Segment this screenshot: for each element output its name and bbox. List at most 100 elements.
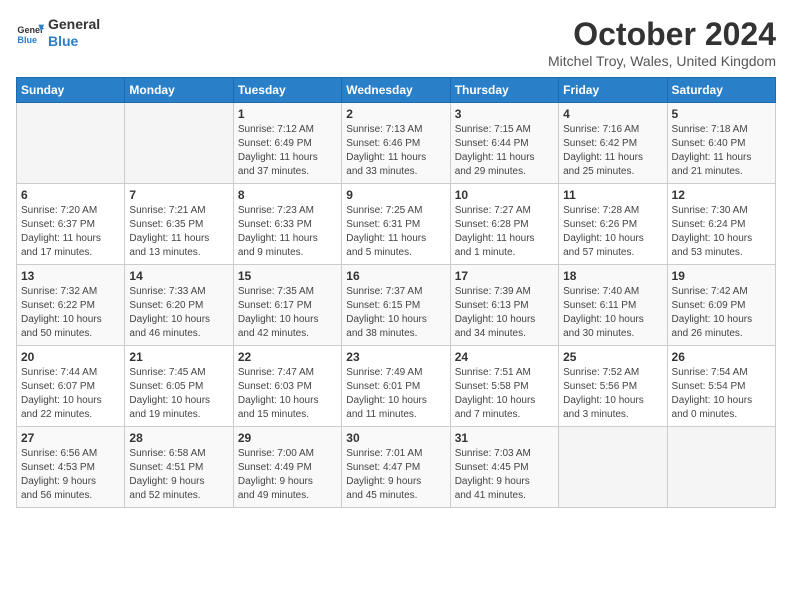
calendar-table: Sunday Monday Tuesday Wednesday Thursday… [16, 77, 776, 508]
calendar-cell: 13 Sunrise: 7:32 AMSunset: 6:22 PMDayligh… [17, 265, 125, 346]
day-info: Sunrise: 7:39 AMSunset: 6:13 PMDaylight:… [455, 285, 554, 341]
day-info: Sunrise: 7:00 AMSunset: 4:49 PMDaylight:… [238, 447, 337, 503]
day-number: 8 [238, 188, 337, 202]
day-info: Sunrise: 7:28 AMSunset: 6:26 PMDaylight:… [563, 204, 662, 260]
calendar-week-5: 27Sunrise: 6:56 AMSunset: 4:53 PMDayligh… [17, 427, 776, 508]
day-number: 18 [563, 269, 662, 283]
col-tuesday: Tuesday [233, 78, 341, 103]
day-info: Sunrise: 7:45 AMSunset: 6:05 PMDaylight:… [129, 366, 228, 422]
col-monday: Monday [125, 78, 233, 103]
calendar-cell [17, 103, 125, 184]
day-info: Sunrise: 7:18 AMSunset: 6:40 PMDaylight:… [672, 123, 771, 179]
calendar-cell: 7Sunrise: 7:21 AMSunset: 6:35 PMDaylight… [125, 184, 233, 265]
calendar-cell: 22 Sunrise: 7:47 AMSunset: 6:03 PMDayligh… [233, 346, 341, 427]
day-number: 15 [238, 269, 337, 283]
calendar-cell [559, 427, 667, 508]
calendar-cell: 16 Sunrise: 7:37 AMSunset: 6:15 PMDayligh… [342, 265, 450, 346]
calendar-cell: 1 Sunrise: 7:12 AMSunset: 6:49 PMDaylight… [233, 103, 341, 184]
calendar-cell: 20Sunrise: 7:44 AMSunset: 6:07 PMDayligh… [17, 346, 125, 427]
day-number: 24 [455, 350, 554, 364]
logo-name-line1: General [48, 16, 100, 33]
day-number: 3 [455, 107, 554, 121]
day-number: 21 [129, 350, 228, 364]
calendar-cell: 30 Sunrise: 7:01 AMSunset: 4:47 PMDayligh… [342, 427, 450, 508]
calendar-cell: 5Sunrise: 7:18 AMSunset: 6:40 PMDaylight… [667, 103, 775, 184]
day-info: Sunrise: 7:13 AMSunset: 6:46 PMDaylight:… [346, 123, 445, 179]
col-friday: Friday [559, 78, 667, 103]
calendar-cell: 6Sunrise: 7:20 AMSunset: 6:37 PMDaylight… [17, 184, 125, 265]
calendar-cell: 31Sunrise: 7:03 AMSunset: 4:45 PMDayligh… [450, 427, 558, 508]
day-number: 22 [238, 350, 337, 364]
calendar-cell: 27Sunrise: 6:56 AMSunset: 4:53 PMDayligh… [17, 427, 125, 508]
day-info: Sunrise: 7:44 AMSunset: 6:07 PMDaylight:… [21, 366, 120, 422]
day-info: Sunrise: 7:21 AMSunset: 6:35 PMDaylight:… [129, 204, 228, 260]
calendar-week-3: 13 Sunrise: 7:32 AMSunset: 6:22 PMDayligh… [17, 265, 776, 346]
col-sunday: Sunday [17, 78, 125, 103]
day-info: Sunrise: 7:51 AMSunset: 5:58 PMDaylight:… [455, 366, 554, 422]
day-info: Sunrise: 7:47 AMSunset: 6:03 PMDaylight:… [238, 366, 337, 422]
calendar-cell: 2Sunrise: 7:13 AMSunset: 6:46 PMDaylight… [342, 103, 450, 184]
day-info: Sunrise: 7:27 AMSunset: 6:28 PMDaylight:… [455, 204, 554, 260]
day-info: Sunrise: 7:33 AMSunset: 6:20 PMDaylight:… [129, 285, 228, 341]
calendar-body: 1 Sunrise: 7:12 AMSunset: 6:49 PMDaylight… [17, 103, 776, 508]
calendar-cell: 15 Sunrise: 7:35 AMSunset: 6:17 PMDayligh… [233, 265, 341, 346]
calendar-cell: 4Sunrise: 7:16 AMSunset: 6:42 PMDaylight… [559, 103, 667, 184]
day-info: Sunrise: 7:37 AMSunset: 6:15 PMDaylight:… [346, 285, 445, 341]
day-number: 28 [129, 431, 228, 445]
calendar-cell: 17 Sunrise: 7:39 AMSunset: 6:13 PMDayligh… [450, 265, 558, 346]
logo-name-line2: Blue [48, 33, 100, 50]
day-number: 30 [346, 431, 445, 445]
day-info: Sunrise: 7:40 AMSunset: 6:11 PMDaylight:… [563, 285, 662, 341]
day-number: 19 [672, 269, 771, 283]
calendar-cell: 3 Sunrise: 7:15 AMSunset: 6:44 PMDaylight… [450, 103, 558, 184]
day-number: 25 [563, 350, 662, 364]
day-info: Sunrise: 7:01 AMSunset: 4:47 PMDaylight:… [346, 447, 445, 503]
calendar-week-1: 1 Sunrise: 7:12 AMSunset: 6:49 PMDaylight… [17, 103, 776, 184]
day-info: Sunrise: 7:15 AMSunset: 6:44 PMDaylight:… [455, 123, 554, 179]
day-number: 9 [346, 188, 445, 202]
col-thursday: Thursday [450, 78, 558, 103]
day-info: Sunrise: 7:25 AMSunset: 6:31 PMDaylight:… [346, 204, 445, 260]
calendar-cell: 8 Sunrise: 7:23 AMSunset: 6:33 PMDaylight… [233, 184, 341, 265]
day-number: 29 [238, 431, 337, 445]
col-wednesday: Wednesday [342, 78, 450, 103]
day-info: Sunrise: 7:49 AMSunset: 6:01 PMDaylight:… [346, 366, 445, 422]
calendar-cell [667, 427, 775, 508]
month-title: October 2024 [548, 16, 776, 53]
calendar-cell: 21 Sunrise: 7:45 AMSunset: 6:05 PMDayligh… [125, 346, 233, 427]
day-info: Sunrise: 7:16 AMSunset: 6:42 PMDaylight:… [563, 123, 662, 179]
calendar-cell: 10 Sunrise: 7:27 AMSunset: 6:28 PMDayligh… [450, 184, 558, 265]
calendar-week-4: 20Sunrise: 7:44 AMSunset: 6:07 PMDayligh… [17, 346, 776, 427]
calendar-cell: 18 Sunrise: 7:40 AMSunset: 6:11 PMDayligh… [559, 265, 667, 346]
page-header: General Blue General Blue October 2024 M… [16, 16, 776, 69]
day-number: 16 [346, 269, 445, 283]
day-info: Sunrise: 7:35 AMSunset: 6:17 PMDaylight:… [238, 285, 337, 341]
day-number: 14 [129, 269, 228, 283]
calendar-cell: 12Sunrise: 7:30 AMSunset: 6:24 PMDayligh… [667, 184, 775, 265]
day-number: 6 [21, 188, 120, 202]
day-info: Sunrise: 7:54 AMSunset: 5:54 PMDaylight:… [672, 366, 771, 422]
day-number: 26 [672, 350, 771, 364]
day-number: 13 [21, 269, 120, 283]
day-number: 1 [238, 107, 337, 121]
day-info: Sunrise: 7:12 AMSunset: 6:49 PMDaylight:… [238, 123, 337, 179]
day-number: 31 [455, 431, 554, 445]
day-number: 10 [455, 188, 554, 202]
header-row: Sunday Monday Tuesday Wednesday Thursday… [17, 78, 776, 103]
calendar-cell: 23Sunrise: 7:49 AMSunset: 6:01 PMDayligh… [342, 346, 450, 427]
logo-icon: General Blue [16, 19, 44, 47]
calendar-cell [125, 103, 233, 184]
calendar-cell: 28Sunrise: 6:58 AMSunset: 4:51 PMDayligh… [125, 427, 233, 508]
calendar-cell: 26 Sunrise: 7:54 AMSunset: 5:54 PMDayligh… [667, 346, 775, 427]
day-number: 11 [563, 188, 662, 202]
day-number: 12 [672, 188, 771, 202]
logo: General Blue General Blue [16, 16, 100, 50]
calendar-week-2: 6Sunrise: 7:20 AMSunset: 6:37 PMDaylight… [17, 184, 776, 265]
day-info: Sunrise: 7:23 AMSunset: 6:33 PMDaylight:… [238, 204, 337, 260]
calendar-header: Sunday Monday Tuesday Wednesday Thursday… [17, 78, 776, 103]
day-info: Sunrise: 7:42 AMSunset: 6:09 PMDaylight:… [672, 285, 771, 341]
day-info: Sunrise: 7:32 AMSunset: 6:22 PMDaylight:… [21, 285, 120, 341]
day-number: 17 [455, 269, 554, 283]
calendar-cell: 29 Sunrise: 7:00 AMSunset: 4:49 PMDayligh… [233, 427, 341, 508]
calendar-cell: 9 Sunrise: 7:25 AMSunset: 6:31 PMDaylight… [342, 184, 450, 265]
